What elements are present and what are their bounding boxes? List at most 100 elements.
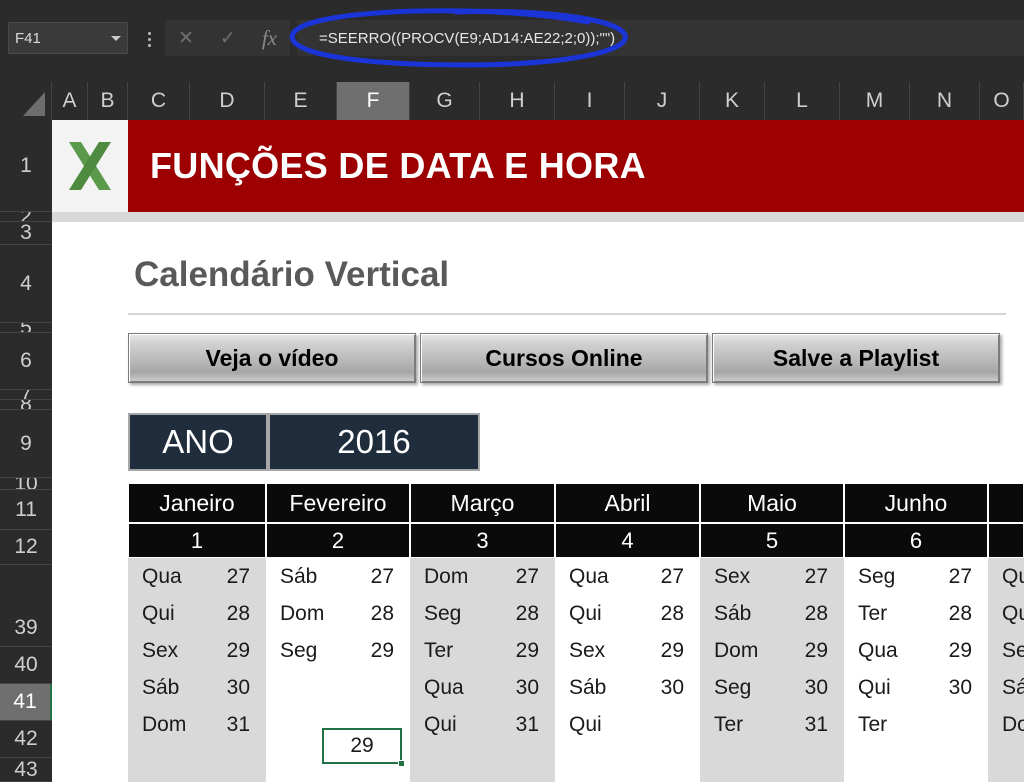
year-value-cell[interactable]: 2016 bbox=[268, 413, 480, 471]
day-number-cell[interactable]: 29 bbox=[700, 632, 844, 669]
day-of-week-cell[interactable]: Qui bbox=[555, 706, 700, 743]
fill-handle[interactable] bbox=[398, 760, 405, 767]
row-header-43[interactable]: 43 bbox=[0, 758, 52, 782]
day-number-cell[interactable]: 31 bbox=[410, 706, 555, 743]
day-number-cell[interactable]: 29 bbox=[555, 632, 700, 669]
month-column-junho: Seg 27 Ter 28 Qua 29 Qui 30 Ter bbox=[844, 558, 988, 782]
column-header-j[interactable]: J bbox=[625, 82, 700, 120]
day-number-cell[interactable]: 29 bbox=[410, 632, 555, 669]
column-header-m[interactable]: M bbox=[840, 82, 910, 120]
day-number-cell[interactable]: 28 bbox=[700, 595, 844, 632]
day-number-cell[interactable]: 30 bbox=[700, 669, 844, 706]
day-number-cell[interactable]: 31 bbox=[700, 706, 844, 743]
month-name-abril: Abril bbox=[555, 483, 700, 523]
day-of-week-cell[interactable]: Ter bbox=[844, 706, 988, 743]
column-header-d[interactable]: D bbox=[190, 82, 265, 120]
link-button-veja-o-v-deo[interactable]: Veja o vídeo bbox=[128, 333, 416, 383]
month-number-partial bbox=[988, 523, 1024, 558]
select-all-corner[interactable] bbox=[0, 82, 52, 120]
row-header-10[interactable]: 10 bbox=[0, 478, 52, 490]
column-header-h[interactable]: H bbox=[480, 82, 555, 120]
day-number-cell[interactable]: 29 bbox=[128, 632, 266, 669]
row-header-5[interactable]: 5 bbox=[0, 323, 52, 333]
day-number-cell[interactable]: 28 bbox=[555, 595, 700, 632]
month-number-maro: 3 bbox=[410, 523, 555, 558]
row-header-41[interactable]: 41 bbox=[0, 684, 52, 721]
calendar-data-area: Qua 27 Qui 28 Sex 29 Sáb 30 Dom 31 Sáb 27 Dom 28 Seg 29… bbox=[52, 558, 1024, 782]
row-header-3[interactable]: 3 bbox=[0, 222, 52, 245]
column-header-o[interactable]: O bbox=[980, 82, 1024, 120]
column-header-b[interactable]: B bbox=[88, 82, 128, 120]
day-number-cell[interactable]: 30 bbox=[128, 669, 266, 706]
month-number-fevereiro: 2 bbox=[266, 523, 410, 558]
row-header-2[interactable]: 2 bbox=[0, 212, 52, 222]
column-header-a[interactable]: A bbox=[52, 82, 88, 120]
day-number-cell[interactable]: 27 bbox=[844, 558, 988, 595]
day-of-week-cell[interactable]: Qua bbox=[988, 558, 1024, 595]
day-number-cell[interactable]: 28 bbox=[128, 595, 266, 632]
row-header-9[interactable]: 9 bbox=[0, 410, 52, 478]
day-number-cell[interactable]: 28 bbox=[844, 595, 988, 632]
day-number-cell[interactable]: 27 bbox=[700, 558, 844, 595]
column-header-k[interactable]: K bbox=[700, 82, 765, 120]
day-of-week-cell[interactable]: Sex bbox=[988, 632, 1024, 669]
row-header-42[interactable]: 42 bbox=[0, 721, 52, 758]
day-number-cell[interactable]: 27 bbox=[128, 558, 266, 595]
month-column-janeiro: Qua 27 Qui 28 Sex 29 Sáb 30 Dom 31 bbox=[128, 558, 266, 782]
formula-input[interactable]: =SEERRO((PROCV(E9;AD14:AE22;2;0));"") bbox=[297, 20, 1024, 56]
row-header-7[interactable]: 7 bbox=[0, 390, 52, 400]
day-number-cell[interactable]: 31 bbox=[128, 706, 266, 743]
column-header-l[interactable]: L bbox=[765, 82, 840, 120]
day-number-cell[interactable]: 27 bbox=[266, 558, 410, 595]
row-header-6[interactable]: 6 bbox=[0, 333, 52, 390]
month-number-abril: 4 bbox=[555, 523, 700, 558]
day-number-cell[interactable]: 28 bbox=[410, 595, 555, 632]
day-number-cell[interactable]: 30 bbox=[555, 669, 700, 706]
name-box[interactable]: F41 bbox=[8, 22, 128, 54]
confirm-check-icon[interactable]: ✓ bbox=[220, 27, 236, 50]
column-header-e[interactable]: E bbox=[265, 82, 337, 120]
selected-cell-f41[interactable]: 29 bbox=[322, 728, 402, 764]
link-button-salve-a-playlist[interactable]: Salve a Playlist bbox=[712, 333, 1000, 383]
row-header-12[interactable]: 12 bbox=[0, 530, 52, 565]
day-number-cell[interactable]: 28 bbox=[266, 595, 410, 632]
day-number-cell[interactable]: 29 bbox=[844, 632, 988, 669]
banner-title: FUNÇÕES DE DATA E HORA bbox=[150, 145, 646, 186]
dot bbox=[147, 43, 151, 47]
month-column-maio: Sex 27 Sáb 28 Dom 29 Seg 30 Ter 31 bbox=[700, 558, 844, 782]
column-header-n[interactable]: N bbox=[910, 82, 980, 120]
day-of-week-cell[interactable]: Sáb bbox=[988, 669, 1024, 706]
month-column-maro: Dom 27 Seg 28 Ter 29 Qua 30 Qui 31 bbox=[410, 558, 555, 782]
month-number-maio: 5 bbox=[700, 523, 844, 558]
row-header-8[interactable]: 8 bbox=[0, 400, 52, 410]
day-of-week-cell[interactable]: Dom bbox=[988, 706, 1024, 743]
row-header-40[interactable]: 40 bbox=[0, 647, 52, 684]
day-number-cell[interactable]: 27 bbox=[555, 558, 700, 595]
link-button-cursos-online[interactable]: Cursos Online bbox=[420, 333, 708, 383]
worksheet-grid[interactable]: FUNÇÕES DE DATA E HORA Calendário Vertic… bbox=[52, 120, 1024, 782]
column-header-f[interactable]: F bbox=[337, 82, 410, 120]
column-header-c[interactable]: C bbox=[128, 82, 190, 120]
month-name-maro: Março bbox=[410, 483, 555, 523]
day-of-week-cell[interactable]: Qui bbox=[988, 595, 1024, 632]
year-label: ANO bbox=[128, 413, 268, 471]
row-header-39[interactable]: 39 bbox=[0, 610, 52, 647]
month-column-abril: Qua 27 Qui 28 Sex 29 Sáb 30 Qui bbox=[555, 558, 700, 782]
row-header-11[interactable]: 11 bbox=[0, 490, 52, 530]
day-number-cell[interactable]: 30 bbox=[410, 669, 555, 706]
title-divider bbox=[128, 313, 1006, 315]
day-number-cell[interactable]: 29 bbox=[266, 632, 410, 669]
month-column-julho: QuaQuiSexSábDom bbox=[988, 558, 1024, 782]
column-header-i[interactable]: I bbox=[555, 82, 625, 120]
row-header-4[interactable]: 4 bbox=[0, 245, 52, 323]
chevron-down-icon[interactable] bbox=[111, 35, 121, 41]
more-options-icon[interactable] bbox=[140, 25, 158, 53]
cancel-x-icon[interactable]: ✕ bbox=[178, 27, 194, 50]
page-title: Calendário Vertical bbox=[134, 255, 450, 294]
row-header-1[interactable]: 1 bbox=[0, 120, 52, 212]
month-number-janeiro: 1 bbox=[128, 523, 266, 558]
fx-insert-function-icon[interactable]: fx bbox=[262, 26, 277, 51]
day-number-cell[interactable]: 30 bbox=[844, 669, 988, 706]
day-number-cell[interactable]: 27 bbox=[410, 558, 555, 595]
column-header-g[interactable]: G bbox=[410, 82, 480, 120]
